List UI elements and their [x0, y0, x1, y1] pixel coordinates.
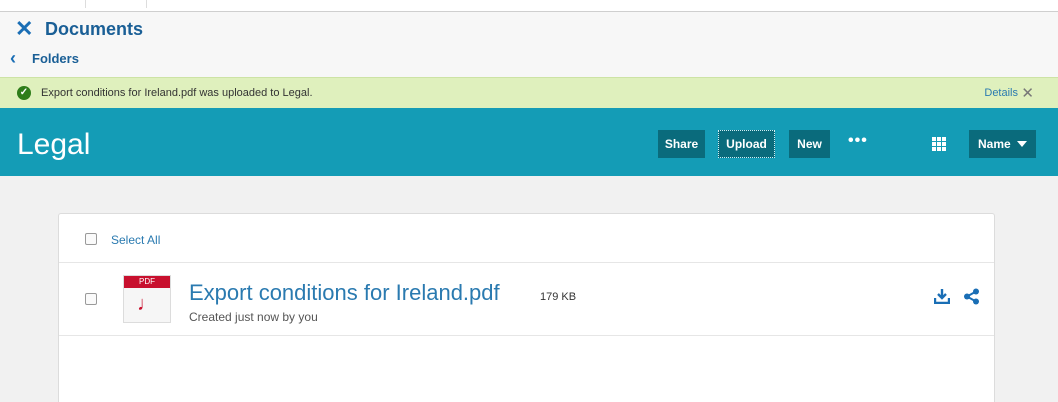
- chevron-left-icon: ‹: [10, 48, 16, 68]
- file-size: 179 KB: [540, 291, 577, 303]
- select-all-label[interactable]: Select All: [111, 233, 160, 247]
- file-list: Select All PDF ♩ Export conditions for I…: [58, 213, 995, 402]
- page-title: Documents: [45, 18, 144, 39]
- tab-separator: [146, 0, 147, 8]
- new-button[interactable]: New: [789, 130, 830, 158]
- dismiss-icon[interactable]: ✕: [1021, 84, 1034, 102]
- grid-view-icon[interactable]: [932, 137, 946, 151]
- divider: [59, 262, 994, 263]
- file-name-link[interactable]: Export conditions for Ireland.pdf: [189, 280, 500, 306]
- details-link[interactable]: Details: [984, 87, 1018, 99]
- sort-dropdown[interactable]: Name: [969, 130, 1036, 158]
- pdf-file-icon: PDF ♩: [123, 275, 171, 323]
- file-checkbox[interactable]: [85, 293, 97, 305]
- select-all-checkbox[interactable]: [85, 233, 97, 245]
- acrobat-icon: ♩: [137, 293, 157, 315]
- top-strip: [0, 0, 1058, 12]
- more-icon[interactable]: •••: [848, 132, 868, 150]
- page-header: ✕ Documents ‹ Folders: [0, 12, 1058, 77]
- folder-toolbar: Legal Share Upload New ••• Name: [0, 108, 1058, 176]
- file-type-tag: PDF: [124, 276, 170, 288]
- check-circle-icon: ✓: [17, 86, 31, 100]
- tab-separator: [85, 0, 86, 8]
- upload-button[interactable]: Upload: [718, 130, 775, 158]
- title-row: ✕ Documents: [15, 18, 143, 40]
- download-icon[interactable]: [934, 288, 950, 304]
- caret-down-icon: [1017, 141, 1027, 147]
- close-icon[interactable]: ✕: [15, 18, 35, 40]
- folder-title: Legal: [17, 128, 91, 161]
- sort-label: Name: [978, 137, 1011, 151]
- notification-message: Export conditions for Ireland.pdf was up…: [41, 87, 313, 99]
- divider: [59, 335, 994, 336]
- upload-notification: ✓ Export conditions for Ireland.pdf was …: [0, 77, 1058, 108]
- share-icon[interactable]: [963, 288, 980, 305]
- file-meta: Created just now by you: [189, 310, 318, 324]
- back-to-folders-link[interactable]: ‹ Folders: [10, 48, 79, 69]
- share-button[interactable]: Share: [658, 130, 705, 158]
- back-label: Folders: [32, 51, 79, 66]
